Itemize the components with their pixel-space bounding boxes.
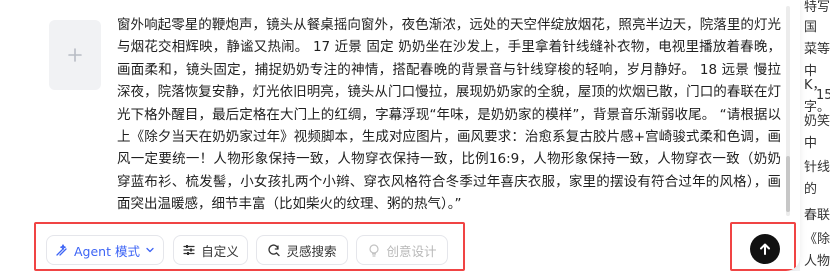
bg-text-line: 《除 [804,232,830,247]
bg-text-line: 的 [804,182,818,197]
creative-design-button[interactable]: 创意设计 [356,235,448,265]
sliders-icon [183,245,195,255]
bg-text-line: 针线缝 [804,160,830,175]
background-page-text: 特写 国 菜等家 中 K， 字。 15 奶笑着 中 针线缝 的 春联在 《除 人… [800,0,830,271]
mode-toolbar: Agent 模式 自定义 灵感搜索 创意设计 [34,222,465,271]
plus-icon [68,48,82,62]
agent-mode-label: Agent 模式 [74,243,140,259]
bulb-icon [369,244,380,257]
refresh-search-icon [268,244,281,257]
chevron-down-icon [146,247,154,253]
bg-text-line: 国 [804,20,818,35]
agent-sparkle-icon [56,244,67,256]
custom-settings-button[interactable]: 自定义 [173,235,248,265]
bg-text-line: 特写 [804,0,830,15]
creative-design-label: 创意设计 [386,243,437,259]
bg-text-line: 奶笑着 [804,114,830,129]
arrow-up-icon [760,243,770,255]
prompt-scrollbar[interactable] [786,6,790,216]
bg-text-line: 15 [816,88,830,103]
bg-text-line: 菜等家 [804,42,830,57]
add-reference-image-button[interactable] [49,20,101,90]
bg-text-line: 人物 [804,254,830,269]
inspiration-search-button[interactable]: 灵感搜索 [256,235,348,265]
bg-text-line: 春联在 [804,208,830,223]
bg-text-line: 中 [804,136,818,151]
custom-label: 自定义 [201,243,239,259]
send-button[interactable] [750,234,780,264]
prompt-input-card: 窗外响起零星的鞭炮声，镜头从餐桌摇向窗外，夜色渐浓，远处的天空伴绽放烟花，照亮半… [0,0,800,271]
agent-mode-dropdown[interactable]: Agent 模式 [46,235,164,265]
scrollbar-thumb[interactable] [786,156,790,212]
prompt-textarea[interactable]: 窗外响起零星的鞭炮声，镜头从餐桌摇向窗外，夜色渐浓，远处的天空伴绽放烟花，照亮半… [117,14,781,214]
inspiration-search-label: 灵感搜索 [286,243,337,259]
send-button-frame [730,222,796,271]
